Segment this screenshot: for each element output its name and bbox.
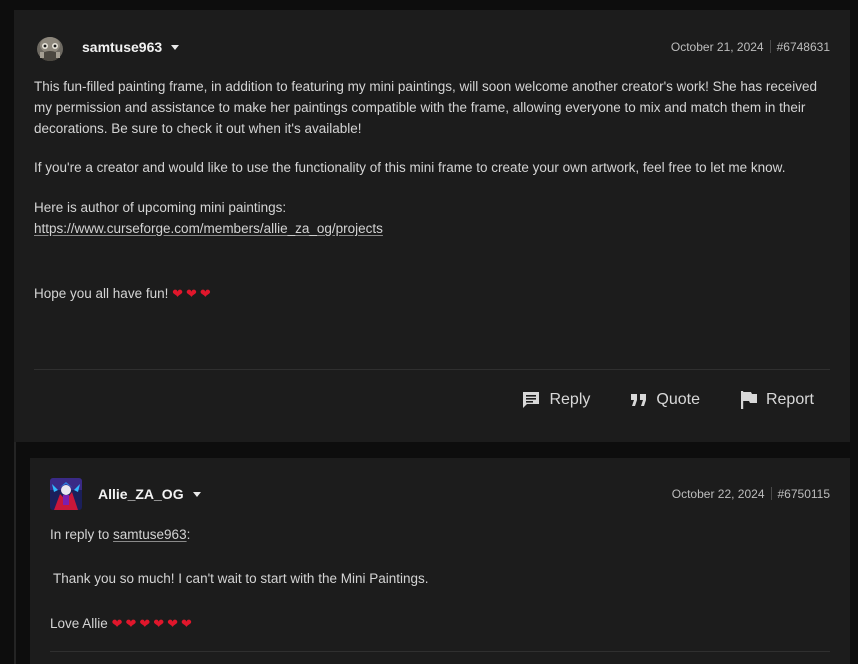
comment-body: This fun-filled painting frame, in addit… (34, 76, 826, 304)
comment-id[interactable]: #6750115 (778, 487, 831, 501)
quote-button[interactable]: Quote (630, 391, 700, 409)
closing-text: Hope you all have fun! (34, 286, 169, 301)
divider (50, 651, 830, 652)
signoff-text: Love Allie (50, 616, 108, 631)
comment-paragraph: If you're a creator and would like to us… (34, 160, 786, 175)
reply-to-link[interactable]: samtuse963 (113, 527, 187, 542)
reply-label[interactable]: Reply (549, 391, 590, 409)
username-text[interactable]: samtuse963 (82, 39, 162, 55)
comment-closing: Hope you all have fun! ❤❤❤ (34, 283, 826, 304)
comment-header: samtuse963 October 21, 2024 #6748631 (34, 32, 830, 64)
username[interactable]: Allie_ZA_OG (98, 486, 201, 502)
comment-paragraph: Here is author of upcoming mini painting… (34, 200, 287, 215)
divider (34, 369, 830, 370)
meta-divider (769, 40, 771, 53)
heart-emoji: ❤❤❤ (172, 286, 214, 301)
report-button[interactable]: Report (740, 390, 814, 410)
comment-paragraph: This fun-filled painting frame, in addit… (34, 79, 817, 136)
reply-comment-card: Allie_ZA_OG October 22, 2024 #6750115 In … (30, 458, 850, 664)
reply-button[interactable]: Reply (521, 390, 590, 410)
avatar[interactable] (34, 32, 66, 64)
comment-meta: October 22, 2024 #6750115 (672, 487, 830, 501)
comment-date: October 21, 2024 (670, 40, 764, 54)
comment-icon (523, 392, 540, 408)
profile-link[interactable]: https://www.curseforge.com/members/allie… (34, 221, 383, 236)
avatar[interactable] (50, 478, 82, 510)
flag-icon (740, 391, 757, 409)
meta-divider (770, 487, 772, 500)
comment-actions: Reply Quote Report (521, 390, 814, 410)
reply-reference: In reply to samtuse963: (50, 524, 826, 545)
report-label[interactable]: Report (766, 391, 814, 409)
reply-prefix: In reply to (50, 527, 114, 542)
quote-icon (631, 394, 647, 406)
comment-id[interactable]: #6748631 (777, 40, 830, 54)
username-text[interactable]: Allie_ZA_OG (98, 486, 184, 502)
comment-paragraph: Thank you so much! I can't wait to start… (53, 571, 429, 586)
comment-card: samtuse963 October 21, 2024 #6748631 This… (14, 10, 850, 442)
chevron-down-icon[interactable] (171, 45, 180, 50)
comments-page: samtuse963 October 21, 2024 #6748631 This… (0, 0, 858, 664)
comment-body: In reply to samtuse963: Thank you so muc… (50, 524, 826, 634)
comment-meta: October 21, 2024 #6748631 (671, 40, 830, 54)
chevron-down-icon[interactable] (192, 492, 201, 497)
reply-thread-line (14, 442, 16, 664)
comment-date: October 22, 2024 (671, 487, 765, 501)
heart-emoji: ❤❤❤❤❤❤ (111, 616, 195, 631)
comment-signoff: Love Allie ❤❤❤❤❤❤ (50, 613, 826, 634)
reply-suffix: : (186, 527, 191, 542)
comment-header: Allie_ZA_OG October 22, 2024 #6750115 (50, 478, 830, 510)
quote-label[interactable]: Quote (656, 391, 700, 409)
username[interactable]: samtuse963 (82, 39, 180, 55)
